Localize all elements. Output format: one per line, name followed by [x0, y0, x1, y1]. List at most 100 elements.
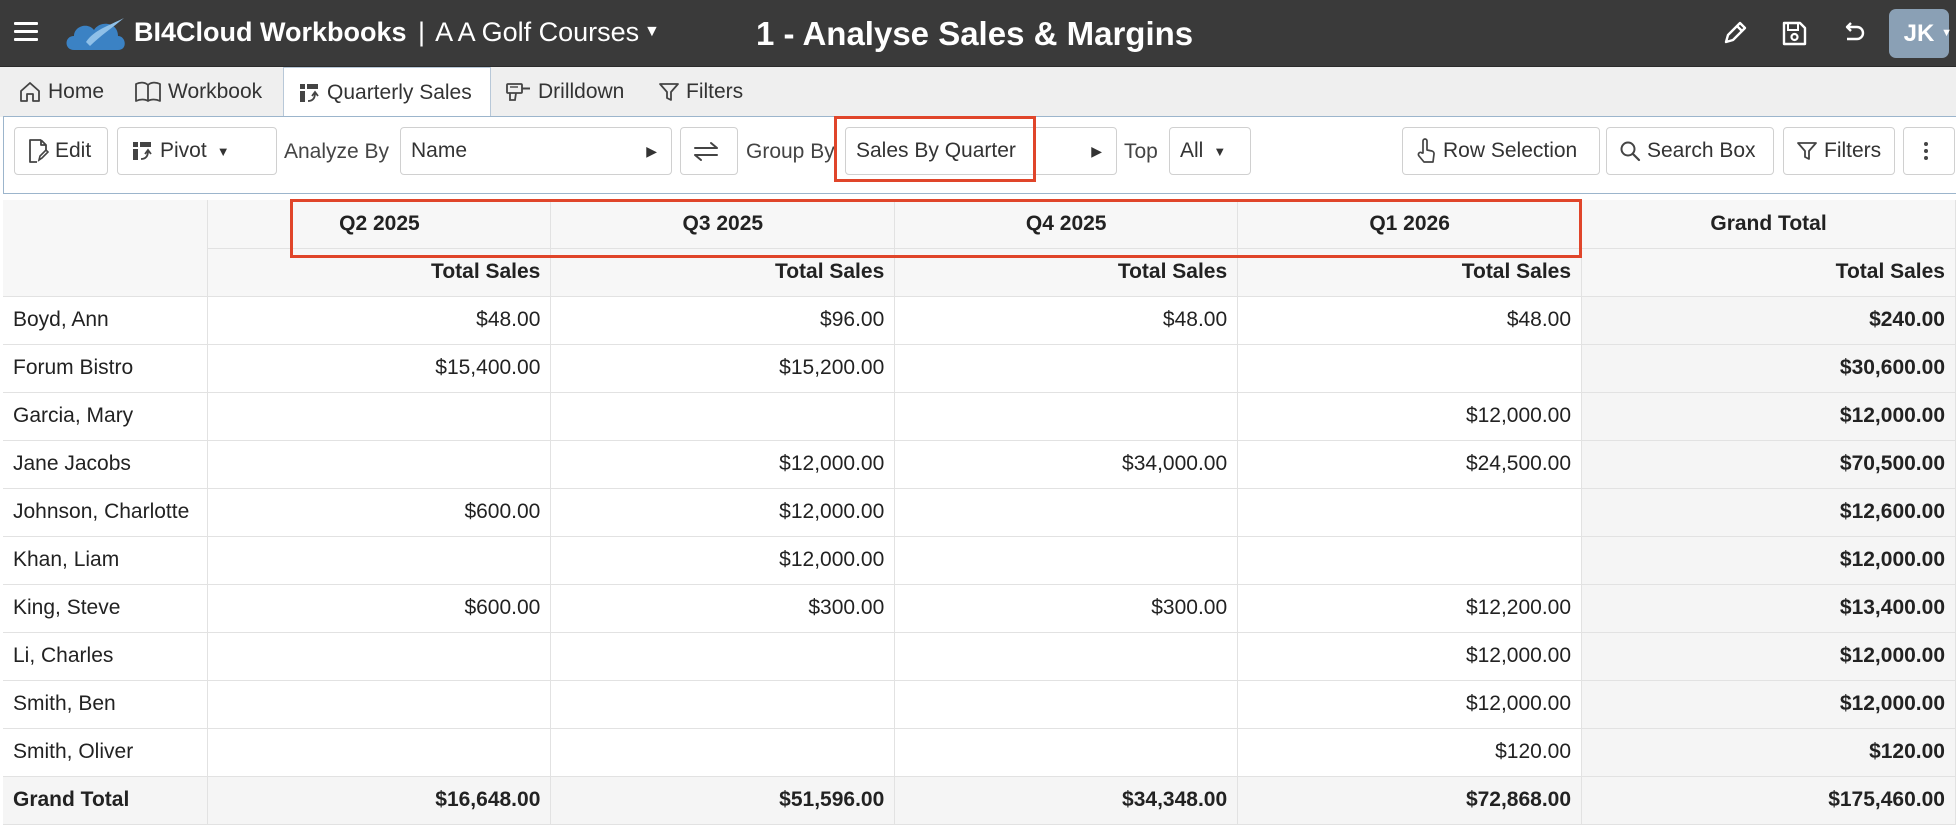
- edit-button[interactable]: Edit: [14, 127, 108, 175]
- grand-total-cell: $16,648.00: [207, 776, 552, 825]
- analyze-by-label: Analyze By: [284, 140, 390, 163]
- group-by-select[interactable]: Sales By Quarter ▶: [845, 127, 1117, 175]
- table-row[interactable]: King, Steve $600.00 $300.00 $300.00 $12,…: [3, 584, 1956, 633]
- user-avatar[interactable]: JK ▼: [1889, 9, 1952, 58]
- row-total-cell: $13,400.00: [1581, 584, 1956, 633]
- tab-label: Home: [48, 80, 105, 103]
- sales-cell: [1237, 344, 1583, 393]
- tab-bar: Home Workbook Quarterly Sales Drilldown …: [0, 67, 1956, 118]
- grand-total-header[interactable]: Grand Total: [1581, 200, 1956, 249]
- row-name: Johnson, Charlotte: [3, 488, 209, 537]
- row-total-cell: $70,500.00: [1581, 440, 1956, 489]
- filters-label: Filters: [1824, 139, 1882, 162]
- table-row[interactable]: Khan, Liam $12,000.00 $12,000.00: [3, 536, 1956, 585]
- top-select[interactable]: All ▼: [1169, 127, 1251, 175]
- tab-filters[interactable]: Filters: [658, 67, 743, 117]
- pivot-icon: [133, 142, 152, 160]
- analyze-by-arrow-icon: ▶: [646, 143, 657, 159]
- analyze-by-select[interactable]: Name ▶: [400, 127, 672, 175]
- pivot-button[interactable]: Pivot ▼: [117, 127, 277, 175]
- quarter-header[interactable]: Q2 2025: [207, 200, 552, 249]
- row-name: Smith, Ben: [3, 680, 209, 729]
- sales-cell: [894, 344, 1239, 393]
- table-row[interactable]: Jane Jacobs $12,000.00 $34,000.00 $24,50…: [3, 440, 1956, 489]
- filters-button[interactable]: Filters: [1783, 127, 1895, 175]
- pivot-table: Q2 2025 Q3 2025 Q4 2025 Q1 2026 Grand To…: [3, 200, 1956, 825]
- sales-cell: [207, 440, 552, 489]
- sales-cell: $34,000.00: [894, 440, 1239, 489]
- sales-cell: [207, 536, 552, 585]
- menu-icon[interactable]: [14, 22, 38, 42]
- pivot-label: Pivot: [160, 139, 207, 162]
- title-separator: |: [418, 17, 426, 47]
- sales-cell: $48.00: [894, 296, 1239, 345]
- grand-total-cell: $72,868.00: [1237, 776, 1583, 825]
- table-row[interactable]: Smith, Ben $12,000.00 $12,000.00: [3, 680, 1956, 729]
- app-header: BI4Cloud Workbooks | A A Golf Courses ▼ …: [0, 0, 1956, 67]
- row-name: Jane Jacobs: [3, 440, 209, 489]
- row-name: King, Steve: [3, 584, 209, 633]
- tab-label: Drilldown: [538, 80, 625, 103]
- top-caret-icon: ▼: [1213, 143, 1227, 159]
- row-selection-label: Row Selection: [1443, 139, 1578, 162]
- sales-cell: [894, 728, 1239, 777]
- measure-header[interactable]: Total Sales: [1581, 248, 1956, 297]
- sales-cell: [1237, 488, 1583, 537]
- row-total-cell: $12,000.00: [1581, 392, 1956, 441]
- edit-label: Edit: [55, 139, 92, 162]
- search-box-button[interactable]: Search Box: [1606, 127, 1774, 175]
- quarter-header[interactable]: Q3 2025: [550, 200, 896, 249]
- swap-arrows-icon: [694, 142, 718, 161]
- sales-cell: $12,000.00: [550, 488, 896, 537]
- sales-cell: [894, 536, 1239, 585]
- sales-cell: [894, 632, 1239, 681]
- sales-cell: $48.00: [1237, 296, 1583, 345]
- sales-cell: $12,000.00: [550, 440, 896, 489]
- row-total-cell: $12,000.00: [1581, 680, 1956, 729]
- grand-total-cell: $34,348.00: [894, 776, 1239, 825]
- brand-name: BI4Cloud Workbooks: [134, 17, 407, 47]
- table-row[interactable]: Johnson, Charlotte $600.00 $12,000.00 $1…: [3, 488, 1956, 537]
- undo-icon[interactable]: [1838, 18, 1868, 48]
- measure-header[interactable]: Total Sales: [207, 248, 552, 297]
- table-row[interactable]: Forum Bistro $15,400.00 $15,200.00 $30,6…: [3, 344, 1956, 393]
- sales-cell: $15,400.00: [207, 344, 552, 393]
- cloud-logo-icon: [66, 18, 125, 50]
- measure-header[interactable]: Total Sales: [894, 248, 1239, 297]
- tab-drilldown[interactable]: Drilldown: [504, 67, 624, 117]
- measure-header[interactable]: Total Sales: [1237, 248, 1583, 297]
- table-row[interactable]: Garcia, Mary $12,000.00 $12,000.00: [3, 392, 1956, 441]
- tab-workbook[interactable]: Workbook: [134, 67, 262, 117]
- row-total-cell: $12,000.00: [1581, 632, 1956, 681]
- sales-cell: [207, 392, 552, 441]
- tab-home[interactable]: Home: [18, 67, 104, 117]
- quarter-header[interactable]: Q1 2026: [1237, 200, 1583, 249]
- sales-cell: $24,500.00: [1237, 440, 1583, 489]
- grand-total-label: Grand Total: [3, 776, 209, 825]
- sales-cell: [1237, 536, 1583, 585]
- tab-label: Workbook: [168, 80, 263, 103]
- pivot-toolbar: Edit Pivot ▼ Analyze By Name ▶ Group By …: [3, 116, 1956, 194]
- quarter-header[interactable]: Q4 2025: [894, 200, 1239, 249]
- home-icon: [20, 82, 40, 102]
- row-total-cell: $12,600.00: [1581, 488, 1956, 537]
- group-by-arrow-icon: ▶: [1091, 143, 1102, 159]
- workbook-dropdown-icon[interactable]: ▼: [644, 23, 660, 41]
- row-name: Smith, Oliver: [3, 728, 209, 777]
- sales-cell: $600.00: [207, 584, 552, 633]
- row-selection-button[interactable]: Row Selection: [1402, 127, 1600, 175]
- table-row[interactable]: Li, Charles $12,000.00 $12,000.00: [3, 632, 1956, 681]
- table-row[interactable]: Boyd, Ann $48.00 $96.00 $48.00 $48.00 $2…: [3, 296, 1956, 345]
- row-total-cell: $240.00: [1581, 296, 1956, 345]
- filter-icon: [659, 83, 679, 101]
- measure-header[interactable]: Total Sales: [550, 248, 896, 297]
- table-row[interactable]: Smith, Oliver $120.00 $120.00: [3, 728, 1956, 777]
- pencil-icon[interactable]: [1720, 18, 1750, 48]
- save-icon[interactable]: [1779, 18, 1809, 48]
- tab-quarterly-sales[interactable]: Quarterly Sales: [283, 67, 491, 118]
- more-options-button[interactable]: [1903, 127, 1955, 175]
- swap-button[interactable]: [680, 127, 738, 175]
- sales-cell: [207, 728, 552, 777]
- group-by-value: Sales By Quarter: [856, 139, 1016, 162]
- grand-total-row[interactable]: Grand Total $16,648.00 $51,596.00 $34,34…: [3, 776, 1956, 825]
